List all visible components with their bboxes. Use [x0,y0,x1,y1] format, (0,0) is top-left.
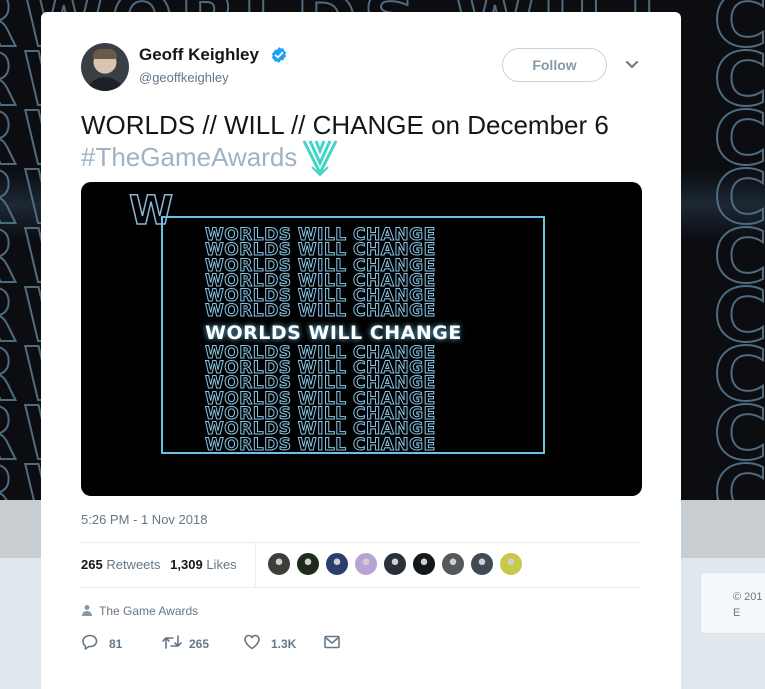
avatar-suit [85,77,125,91]
reply-count: 81 [109,637,123,651]
verified-badge-icon [271,47,287,63]
chevron-down-icon[interactable] [624,59,640,71]
envelope-icon [324,635,340,649]
source-label: The Game Awards [99,604,199,618]
likes-stat[interactable]: 1,309 Likes [170,557,237,572]
tweet-media-image[interactable]: W WORLDS WILL CHANGE WORLDS WILL CHANGE WO… [81,182,642,496]
game-awards-hashflag-icon [302,140,338,177]
liker-avatar[interactable] [412,552,436,576]
like-count: 1.3K [271,637,297,651]
liker-avatar[interactable] [499,552,523,576]
divider [81,587,641,588]
retweets-stat[interactable]: 265 Retweets [81,557,161,572]
likes-count: 1,309 [170,557,203,572]
tweet-card: Geoff Keighley @geoffkeighley Follow WOR… [41,12,681,689]
retweet-count: 265 [189,637,210,651]
follow-button[interactable]: Follow [502,48,607,82]
divider [81,542,641,543]
liker-avatar[interactable] [470,552,494,576]
avatar[interactable] [81,43,129,91]
media-outline-row: WORLDS WILL CHANGE [205,301,436,322]
media-outline-row: WORLDS WILL CHANGE [205,434,436,455]
media-headline: WORLDS WILL CHANGE [205,321,462,344]
person-icon [82,605,92,616]
media-text-rows: WORLDS WILL CHANGE WORLDS WILL CHANGE WORL… [205,226,545,455]
likes-label: Likes [206,557,237,572]
liker-avatar[interactable] [354,552,378,576]
retweet-icon [162,635,182,649]
tweet-source[interactable]: The Game Awards [81,604,198,618]
hashtag-link[interactable]: #TheGameAwards [81,141,297,173]
avatar-hair [93,49,117,59]
tweet-text: WORLDS // WILL // CHANGE on December 6 [81,110,609,140]
footer-text: © 201 [733,591,763,603]
liker-avatar[interactable] [383,552,407,576]
direct-message-button[interactable] [323,632,345,652]
like-button[interactable]: 1.3K [243,632,303,652]
footer-card: © 201 E [700,572,765,634]
tweet-stats: 265 Retweets 1,309 Likes [81,557,237,572]
author-name[interactable]: Geoff Keighley [139,45,259,65]
footer-text: E [733,607,741,619]
retweet-button[interactable]: 265 [161,632,221,652]
liker-avatar[interactable] [296,552,320,576]
retweets-count: 265 [81,557,103,572]
author-handle[interactable]: @geoffkeighley [139,70,229,85]
reply-button[interactable]: 81 [81,632,131,652]
liker-avatar[interactable] [441,552,465,576]
liker-avatar[interactable] [325,552,349,576]
retweets-label: Retweets [106,557,161,572]
tweet-timestamp[interactable]: 5:26 PM - 1 Nov 2018 [81,512,207,527]
heart-icon [244,634,260,650]
liker-avatar[interactable] [267,552,291,576]
reply-icon [82,634,98,650]
